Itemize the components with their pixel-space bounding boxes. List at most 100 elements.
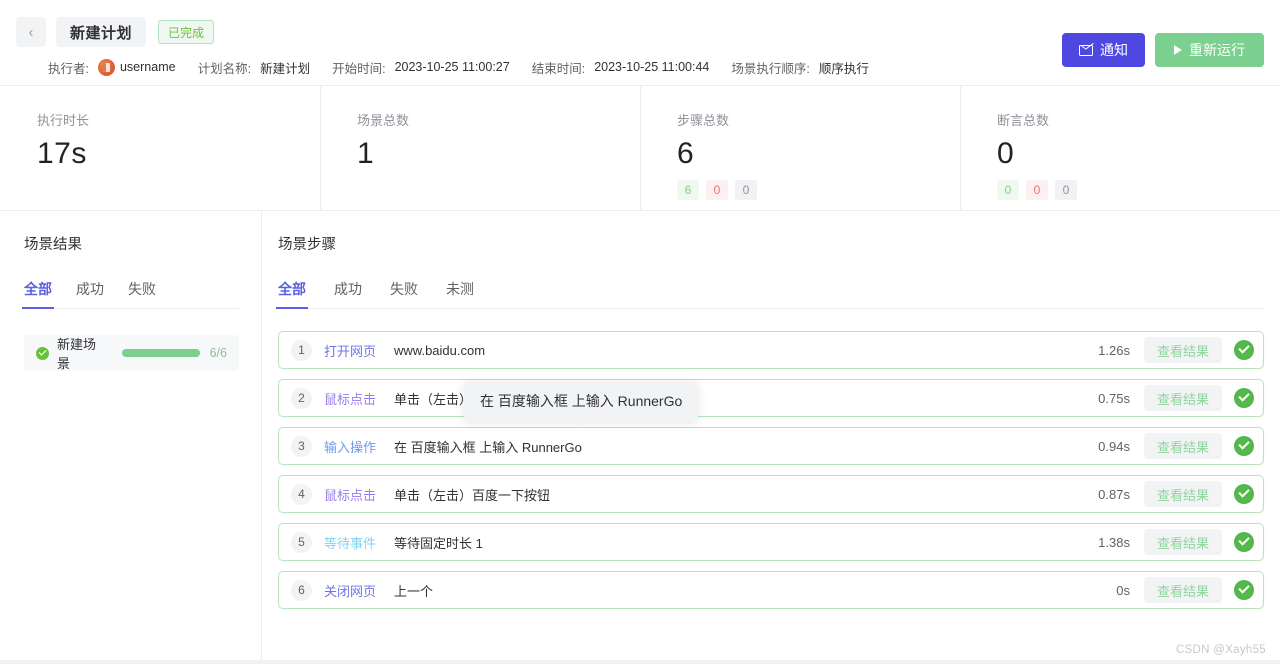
step-index: 3 bbox=[291, 436, 312, 457]
step-status-success-icon bbox=[1234, 484, 1254, 504]
table-row[interactable]: 1 打开网页 www.baidu.com 1.26s 查看结果 bbox=[278, 331, 1264, 369]
view-result-button[interactable]: 查看结果 bbox=[1144, 577, 1222, 603]
start-time-label: 开始时间: bbox=[332, 58, 385, 77]
step-status-success-icon bbox=[1234, 388, 1254, 408]
stat-label: 执行时长 bbox=[37, 110, 320, 129]
rerun-button[interactable]: 重新运行 bbox=[1155, 33, 1264, 67]
stat-card-duration: 执行时长 17s bbox=[0, 86, 320, 210]
tab-scene-failed[interactable]: 失败 bbox=[128, 279, 156, 309]
stat-chips: 6 0 0 bbox=[677, 180, 960, 200]
stat-chip-passed: 6 bbox=[677, 180, 699, 200]
view-result-button[interactable]: 查看结果 bbox=[1144, 385, 1222, 411]
back-button[interactable]: ‹ bbox=[16, 17, 46, 47]
step-type[interactable]: 关闭网页 bbox=[324, 581, 376, 600]
watermark: CSDN @Xayh55 bbox=[1176, 644, 1266, 656]
step-tooltip: 在 百度输入框 上输入 RunnerGo bbox=[464, 381, 698, 421]
table-row[interactable]: 2 鼠标点击 单击（左击）百度输入框 0.75s 查看结果 bbox=[278, 379, 1264, 417]
step-index: 5 bbox=[291, 532, 312, 553]
page-header: ‹ 新建计划 已完成 执行者: username 计划名称: 新建计划 开始时间… bbox=[0, 0, 1280, 86]
executor-label: 执行者: bbox=[48, 58, 89, 77]
stat-value: 1 bbox=[357, 137, 640, 171]
stat-chip-untested: 0 bbox=[735, 180, 757, 200]
app-root: ‹ 新建计划 已完成 执行者: username 计划名称: 新建计划 开始时间… bbox=[0, 0, 1280, 664]
step-duration: 0.75s bbox=[1098, 391, 1130, 406]
step-index: 6 bbox=[291, 580, 312, 601]
stat-chip-failed: 0 bbox=[706, 180, 728, 200]
view-result-button[interactable]: 查看结果 bbox=[1144, 433, 1222, 459]
notify-button-label: 通知 bbox=[1100, 40, 1128, 60]
scene-steps-title: 场景步骤 bbox=[278, 233, 1264, 254]
view-result-button[interactable]: 查看结果 bbox=[1144, 337, 1222, 363]
scene-list-item[interactable]: 新建场景 6/6 bbox=[24, 335, 239, 371]
tab-scene-success[interactable]: 成功 bbox=[76, 279, 104, 309]
step-duration: 1.26s bbox=[1098, 343, 1130, 358]
step-type[interactable]: 输入操作 bbox=[324, 437, 376, 456]
scene-name: 新建场景 bbox=[57, 334, 106, 372]
stat-label: 步骤总数 bbox=[677, 110, 960, 129]
executor-name: username bbox=[120, 60, 176, 74]
notify-button[interactable]: 通知 bbox=[1062, 33, 1145, 67]
step-description: 单击（左击）百度一下按钮 bbox=[394, 485, 1098, 504]
table-row[interactable]: 4 鼠标点击 单击（左击）百度一下按钮 0.87s 查看结果 bbox=[278, 475, 1264, 513]
stats-bar: 执行时长 17s 场景总数 1 步骤总数 6 6 0 0 断言总数 0 0 0 … bbox=[0, 86, 1280, 211]
stat-chip-failed: 0 bbox=[1026, 180, 1048, 200]
tab-scene-all[interactable]: 全部 bbox=[24, 279, 52, 309]
play-icon bbox=[1174, 45, 1182, 55]
table-row[interactable]: 5 等待事件 等待固定时长 1 1.38s 查看结果 bbox=[278, 523, 1264, 561]
header-actions: 通知 重新运行 bbox=[1062, 33, 1264, 67]
rerun-button-label: 重新运行 bbox=[1189, 40, 1245, 60]
executor-value: username bbox=[89, 59, 176, 76]
step-type[interactable]: 打开网页 bbox=[324, 341, 376, 360]
step-type[interactable]: 等待事件 bbox=[324, 533, 376, 552]
stat-label: 场景总数 bbox=[357, 110, 640, 129]
stat-card-steps: 步骤总数 6 6 0 0 bbox=[640, 86, 960, 210]
end-time-label: 结束时间: bbox=[532, 58, 585, 77]
tab-step-all[interactable]: 全部 bbox=[278, 279, 306, 309]
view-result-button[interactable]: 查看结果 bbox=[1144, 481, 1222, 507]
step-list: 1 打开网页 www.baidu.com 1.26s 查看结果 2 鼠标点击 单… bbox=[278, 331, 1264, 609]
tab-step-untested[interactable]: 未测 bbox=[446, 279, 474, 309]
step-duration: 0s bbox=[1116, 583, 1130, 598]
stat-value: 17s bbox=[37, 137, 320, 171]
step-description: 等待固定时长 1 bbox=[394, 533, 1098, 552]
step-type[interactable]: 鼠标点击 bbox=[324, 485, 376, 504]
step-status-success-icon bbox=[1234, 580, 1254, 600]
chevron-left-icon: ‹ bbox=[29, 25, 34, 40]
execution-order-value: 顺序执行 bbox=[819, 58, 869, 77]
stat-chip-passed: 0 bbox=[997, 180, 1019, 200]
scene-progress-text: 6/6 bbox=[210, 346, 227, 360]
start-time-value: 2023-10-25 11:00:27 bbox=[395, 60, 510, 74]
stat-value: 6 bbox=[677, 137, 960, 171]
check-circle-icon bbox=[36, 347, 49, 360]
scene-progress-bar bbox=[122, 349, 200, 357]
plan-name-label: 计划名称: bbox=[198, 58, 251, 77]
scene-steps-tabs: 全部 成功 失败 未测 bbox=[278, 278, 1264, 309]
stat-chip-untested: 0 bbox=[1055, 180, 1077, 200]
stat-value: 0 bbox=[997, 137, 1280, 171]
scene-results-tabs: 全部 成功 失败 bbox=[24, 278, 239, 309]
step-index: 4 bbox=[291, 484, 312, 505]
table-row[interactable]: 6 关闭网页 上一个 0s 查看结果 bbox=[278, 571, 1264, 609]
step-index: 1 bbox=[291, 340, 312, 361]
stat-card-assertions: 断言总数 0 0 0 0 bbox=[960, 86, 1280, 210]
scene-steps-header: 场景步骤 bbox=[278, 233, 1264, 254]
step-status-success-icon bbox=[1234, 436, 1254, 456]
scene-steps-panel: 场景步骤 全部 成功 失败 未测 1 打开网页 www.baidu.com 1.… bbox=[262, 211, 1280, 660]
avatar bbox=[98, 59, 115, 76]
step-duration: 0.94s bbox=[1098, 439, 1130, 454]
step-status-success-icon bbox=[1234, 532, 1254, 552]
table-row[interactable]: 3 输入操作 在 百度输入框 上输入 RunnerGo 0.94s 查看结果 bbox=[278, 427, 1264, 465]
step-description: 在 百度输入框 上输入 RunnerGo bbox=[394, 437, 1098, 456]
step-description: www.baidu.com bbox=[394, 343, 1098, 358]
execution-order-label: 场景执行顺序: bbox=[731, 58, 809, 77]
step-type[interactable]: 鼠标点击 bbox=[324, 389, 376, 408]
view-result-button[interactable]: 查看结果 bbox=[1144, 529, 1222, 555]
scene-results-title: 场景结果 bbox=[24, 233, 239, 254]
tab-step-failed[interactable]: 失败 bbox=[390, 279, 418, 309]
step-duration: 1.38s bbox=[1098, 535, 1130, 550]
scene-results-panel: 场景结果 全部 成功 失败 新建场景 6/6 bbox=[0, 211, 262, 660]
status-badge: 已完成 bbox=[158, 20, 214, 44]
tab-step-success[interactable]: 成功 bbox=[334, 279, 362, 309]
page-title: 新建计划 bbox=[56, 17, 146, 47]
stat-card-scenes: 场景总数 1 bbox=[320, 86, 640, 210]
